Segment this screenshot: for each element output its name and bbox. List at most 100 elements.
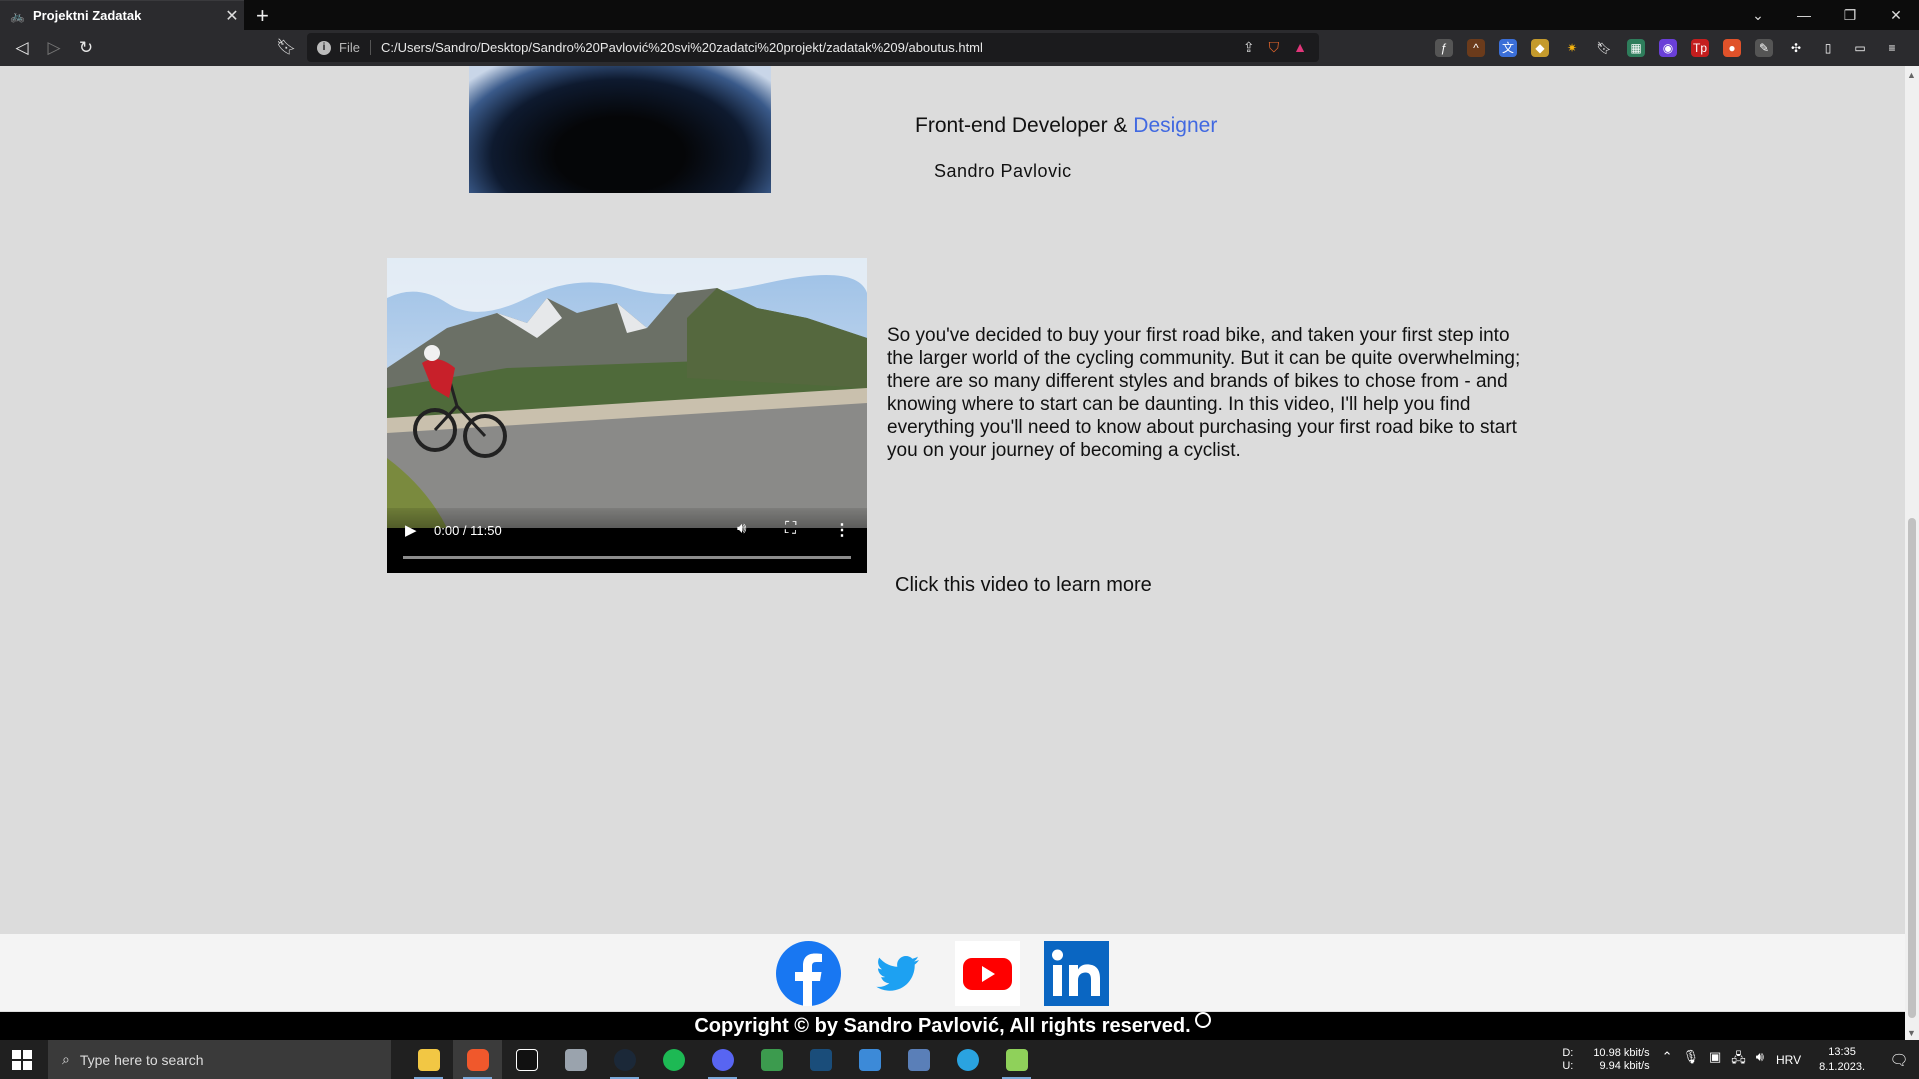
taskbar-search[interactable]: ⌕ Type here to search [48,1040,391,1079]
restore-button[interactable]: ❐ [1827,7,1873,24]
close-window-button[interactable]: ✕ [1873,7,1919,24]
role-title: Front-end Developer & Designer [915,114,1217,138]
tab-search-dropdown-icon[interactable]: ⌄ [1735,7,1781,24]
minimize-button[interactable]: — [1781,7,1827,23]
address-bar[interactable]: i File C:/Users/Sandro/Desktop/Sandro%20… [307,33,1319,62]
spotify-icon[interactable] [649,1040,698,1079]
forward-button[interactable]: ▷ [38,38,70,58]
copyright-footer: Copyright © by Sandro Pavlović, All righ… [0,1012,1905,1040]
download-label: D: [1562,1046,1574,1059]
volume-icon[interactable]: 🔊︎ [737,520,746,537]
video-description: So you've decided to buy your first road… [887,325,1521,461]
extension-icon[interactable]: ^ [1467,39,1485,57]
extension-icon[interactable]: ƒ [1435,39,1453,57]
app-icon[interactable] [747,1040,796,1079]
clock-time: 13:35 [1828,1045,1856,1058]
share-icon[interactable]: ⇪ [1243,39,1255,56]
tab-title: Projektni Zadatak [32,8,142,23]
extension-icon[interactable]: ● [1723,39,1741,57]
app-icon[interactable] [845,1040,894,1079]
clock[interactable]: 13:35 8.1.2023. [1819,1045,1865,1075]
extension-icon[interactable]: ◆ [1531,39,1549,57]
app-icon[interactable] [551,1040,600,1079]
browser-tab[interactable]: 🚲 Projektni Zadatak ✕ [0,0,244,30]
discord-icon[interactable] [698,1040,747,1079]
net-labels: D: U: [1562,1047,1573,1073]
youtube-icon[interactable] [955,941,1020,1006]
bike-favicon-icon: 🚲 [10,8,25,23]
sidebar-icon[interactable]: ▯ [1819,39,1837,57]
role-prefix: Front-end Developer & [915,114,1134,137]
network-icon[interactable]: 🖧︎ [1731,1049,1746,1071]
file-explorer-icon[interactable] [404,1040,453,1079]
video-thumbnail [387,258,867,528]
extension-icon[interactable]: Tp [1691,39,1709,57]
language-indicator[interactable]: HRV [1776,1053,1801,1067]
taskbar-search-placeholder: Type here to search [79,1051,204,1068]
brave-browser-icon[interactable] [453,1040,502,1079]
extension-icon[interactable]: ▦ [1627,39,1645,57]
translate-icon[interactable]: 文 [1499,39,1517,57]
upload-label: U: [1562,1059,1574,1072]
author-name: Sandro Pavlovic [934,161,1072,181]
microphone-icon[interactable]: 🎙︎ [1682,1049,1699,1071]
clock-date: 8.1.2023. [1819,1060,1865,1073]
scrollbar-thumb[interactable] [1908,518,1916,1018]
steam-icon[interactable] [600,1040,649,1079]
volume-icon[interactable]: 🔊︎ [1756,1049,1764,1071]
reload-button[interactable]: ↻ [70,38,102,58]
brave-shield-icon[interactable]: ⛉ [1269,39,1280,56]
info-icon[interactable]: i [317,40,331,55]
facebook-icon[interactable] [776,941,841,1006]
video-time: 0:00 / 11:50 [434,523,502,538]
video-cta-text: Click this video to learn more [895,574,1152,596]
telegram-icon[interactable] [943,1040,992,1079]
app-icon[interactable] [796,1040,845,1079]
new-tab-button[interactable]: + [256,3,269,29]
brave-rewards-icon[interactable]: ▲ [1293,39,1307,56]
download-speed: 10.98 kbit/s [1593,1046,1650,1059]
extension-icon[interactable]: ◉ [1659,39,1677,57]
bookmark-extension-icon[interactable]: 🔖︎ [1595,39,1613,57]
upload-speed: 9.94 kbit/s [1599,1059,1650,1072]
search-icon: ⌕ [62,1051,70,1067]
bookmark-icon[interactable]: 🔖︎ [276,37,296,57]
profile-photo [469,66,771,193]
menu-icon[interactable]: ≡ [1883,39,1901,57]
tray-icons: ⌃ 🎙︎ ▣ 🖧︎ 🔊︎ [1662,1049,1764,1071]
back-button[interactable]: ◁ [6,38,38,58]
scroll-down-icon[interactable]: ▼ [1907,1028,1916,1038]
role-accent: Designer [1133,114,1218,137]
video-controls: ▶ 0:00 / 11:50 🔊︎ ⛶ ⋮ [387,508,867,573]
copyright-text: Copyright © by Sandro Pavlović, All righ… [694,1015,1191,1037]
chevron-up-icon[interactable]: ⌃ [1662,1049,1673,1071]
linkedin-icon[interactable] [1044,941,1109,1006]
puzzle-icon[interactable]: ✣ [1787,39,1805,57]
browser-tab-bar: 🚲 Projektni Zadatak ✕ + ⌄ — ❐ ✕ [0,0,1919,30]
extension-icon[interactable]: ✎ [1755,39,1773,57]
page-content: Front-end Developer & Designer Sandro Pa… [0,66,1905,1012]
more-options-icon[interactable]: ⋮ [834,520,850,540]
scroll-up-icon[interactable]: ▲ [1907,70,1916,80]
video-player[interactable]: ▶ 0:00 / 11:50 🔊︎ ⛶ ⋮ [387,258,867,573]
video-progress-bar[interactable] [403,556,851,559]
network-speed: 10.98 kbit/s 9.94 kbit/s [1593,1047,1649,1073]
tradingview-icon[interactable] [502,1040,551,1079]
windows-taskbar: ⌕ Type here to search D: U: 10.98 kbit/s… [0,1040,1919,1079]
app-icon[interactable] [992,1040,1041,1079]
twitter-icon[interactable] [865,941,930,1006]
url-text[interactable]: C:/Users/Sandro/Desktop/Sandro%20Pavlovi… [381,40,1243,55]
fullscreen-icon[interactable]: ⛶ [785,520,796,538]
wallet-icon[interactable]: ▭ [1851,39,1869,57]
social-links [0,934,1905,1011]
windows-start-icon[interactable] [12,1050,32,1070]
play-icon[interactable]: ▶ [405,521,417,539]
url-scheme-label: File [339,40,371,55]
extension-icon[interactable]: ✷ [1563,39,1581,57]
github-icon[interactable] [1194,1012,1211,1028]
close-tab-icon[interactable]: ✕ [220,6,244,26]
notifications-icon[interactable]: 🗨︎ [1879,1051,1919,1069]
page-scrollbar[interactable]: ▲ ▼ [1905,66,1919,1040]
app-tray-icon[interactable]: ▣ [1709,1049,1721,1071]
app-icon[interactable] [894,1040,943,1079]
